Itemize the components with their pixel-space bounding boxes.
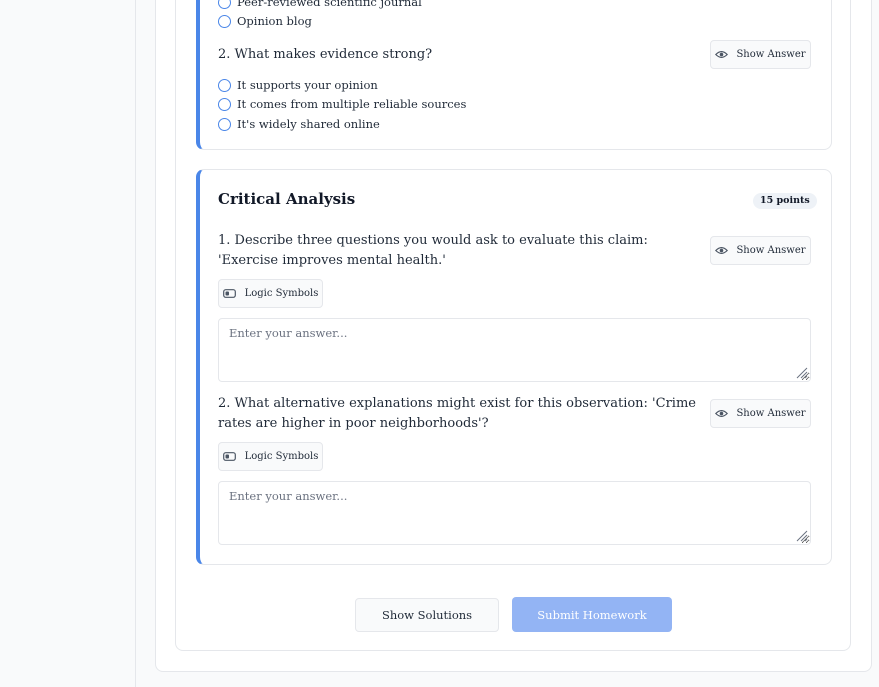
show-answer-button[interactable]: Show Answer	[710, 399, 811, 428]
show-answer-label: Show Answer	[736, 408, 806, 419]
points-badge: 15 points	[753, 193, 817, 209]
question-text: 2. What makes evidence strong?	[218, 45, 432, 65]
radio-button[interactable]	[218, 97, 231, 111]
radio-option[interactable]: It's widely shared online	[218, 117, 380, 131]
question-text: 1. Describe three questions you would as…	[218, 233, 648, 268]
radio-option[interactable]: It supports your opinion	[218, 78, 378, 92]
show-answer-button[interactable]: Show Answer	[710, 40, 811, 69]
option-label: Opinion blog	[237, 14, 312, 28]
logic-symbols-label: Logic Symbols	[244, 288, 319, 299]
radio-option[interactable]: Peer-reviewed scientific journal	[218, 0, 422, 9]
radio-button[interactable]	[218, 14, 231, 28]
show-answer-label: Show Answer	[736, 245, 806, 256]
logic-symbols-button[interactable]: Logic Symbols	[218, 279, 323, 308]
option-label: It comes from multiple reliable sources	[237, 97, 467, 111]
eye-icon	[715, 50, 729, 59]
left-sidebar	[0, 0, 136, 687]
question-text: 2. What alternative explanations might e…	[218, 396, 696, 431]
toggle-icon	[222, 289, 236, 298]
question-body: What makes evidence strong?	[234, 47, 433, 62]
show-solutions-button[interactable]: Show Solutions	[355, 598, 499, 632]
question-number: 2.	[218, 47, 231, 62]
toggle-icon	[222, 452, 236, 461]
radio-button[interactable]	[218, 117, 231, 131]
option-label: It supports your opinion	[237, 78, 378, 92]
show-answer-button[interactable]: Show Answer	[710, 236, 811, 265]
option-label: Peer-reviewed scientific journal	[237, 0, 422, 9]
answer-textarea[interactable]	[218, 318, 811, 382]
submit-homework-button[interactable]: Submit Homework	[512, 597, 672, 632]
option-label: It's widely shared online	[237, 117, 380, 131]
radio-option[interactable]: Opinion blog	[218, 14, 312, 28]
logic-symbols-button[interactable]: Logic Symbols	[218, 442, 323, 471]
radio-button[interactable]	[218, 78, 231, 92]
show-answer-label: Show Answer	[736, 49, 806, 60]
eye-icon	[715, 409, 729, 418]
answer-textarea[interactable]	[218, 481, 811, 545]
logic-symbols-label: Logic Symbols	[244, 451, 319, 462]
section-title: Critical Analysis	[218, 190, 356, 208]
radio-option[interactable]: It comes from multiple reliable sources	[218, 97, 466, 111]
eye-icon	[715, 246, 729, 255]
radio-button[interactable]	[218, 0, 231, 9]
